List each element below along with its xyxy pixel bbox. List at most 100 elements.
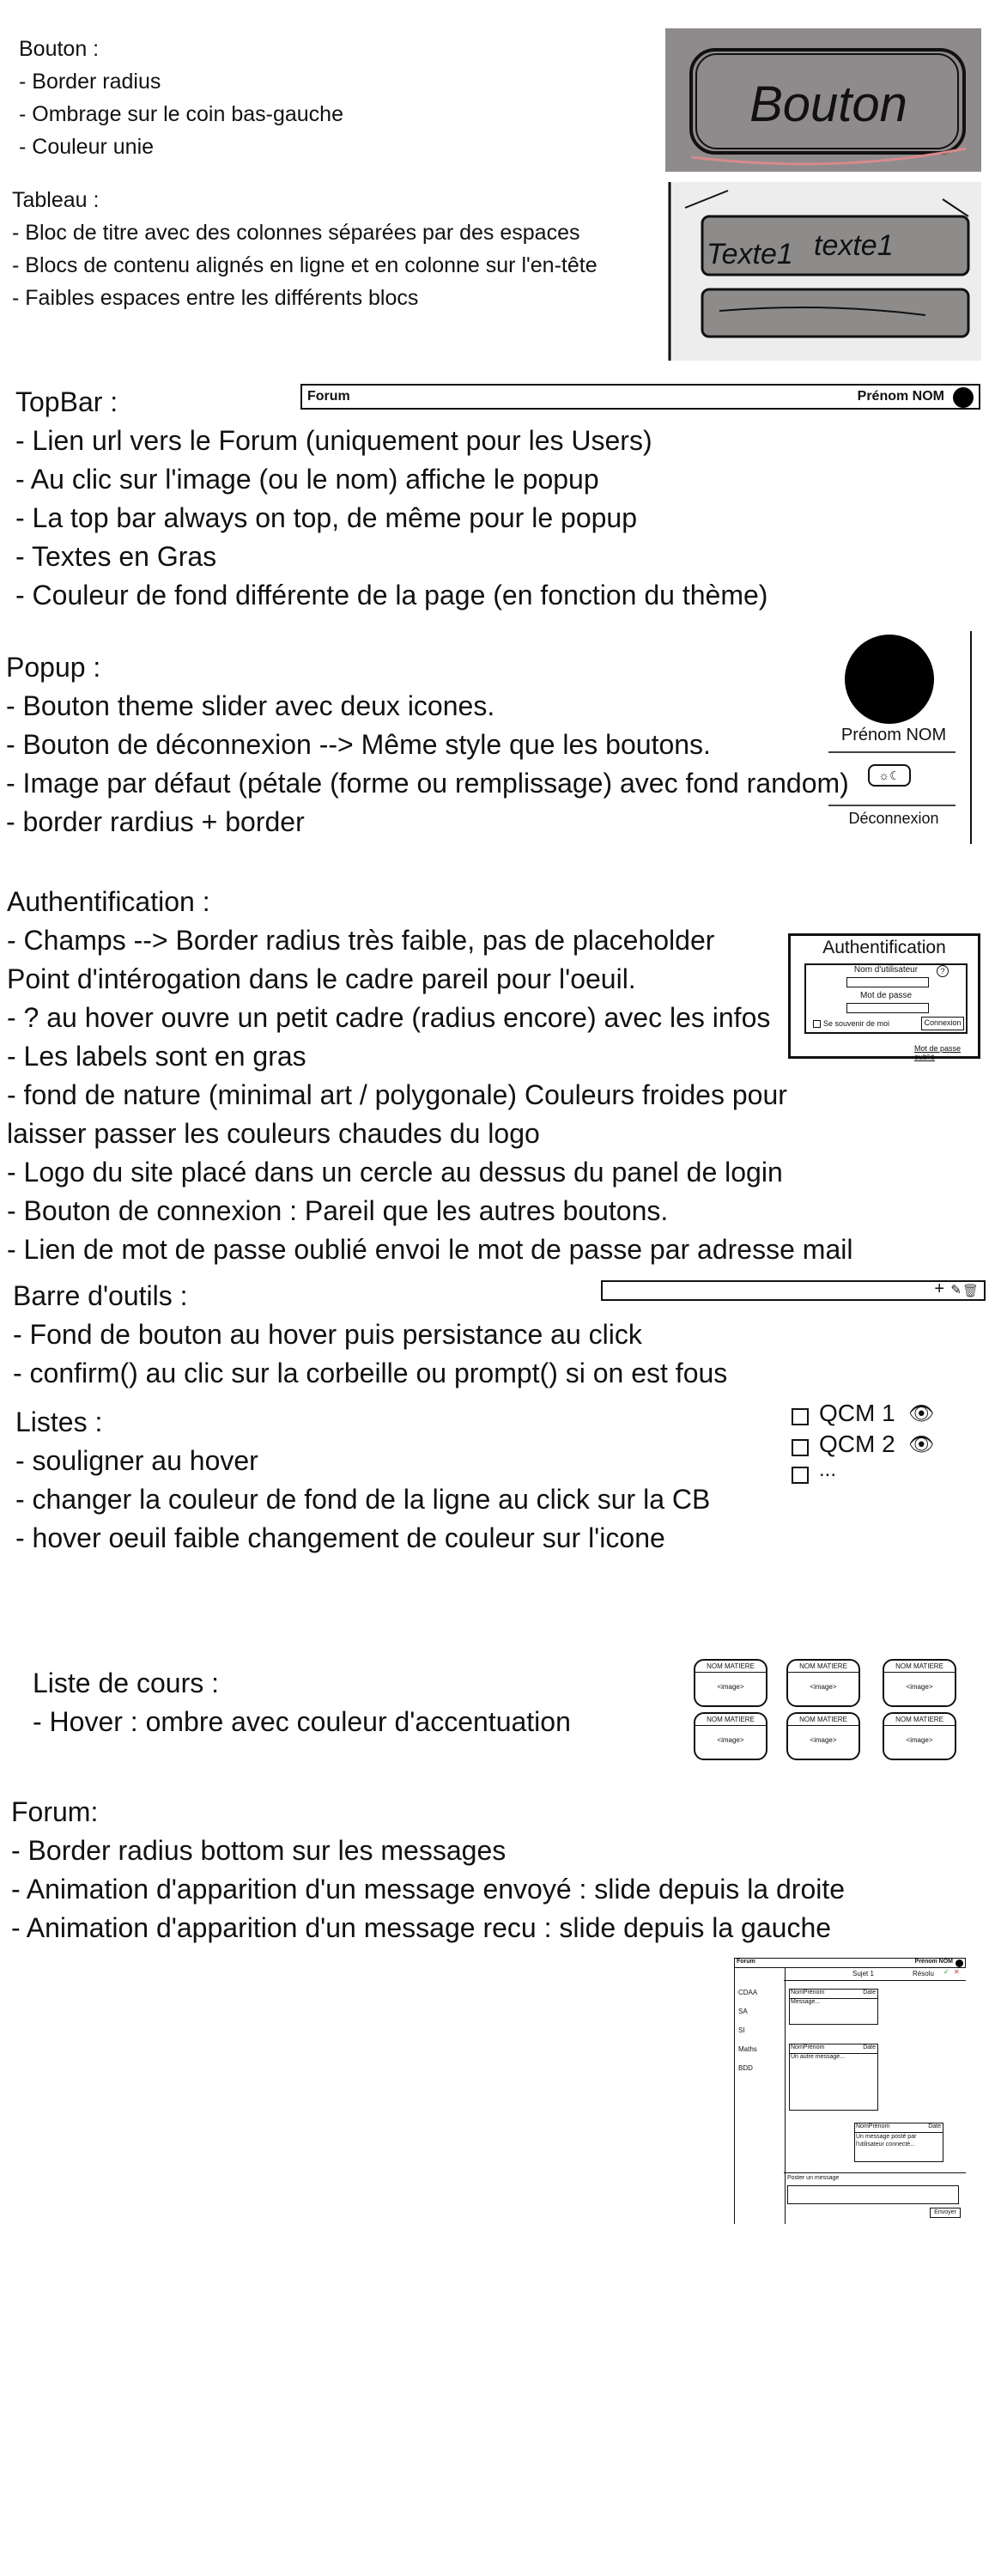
list-item: - Bouton de déconnexion --> Même style q… — [6, 729, 711, 760]
course-card-title: NOM MATIERE — [884, 1716, 955, 1726]
topbar-mockup: Forum Prénom NOM — [300, 384, 980, 410]
message-author: NomPrénom — [791, 2044, 825, 2050]
course-card[interactable]: NOM MATIERE <image> — [694, 1659, 767, 1707]
course-card-image: <image> — [906, 1736, 933, 1744]
mock-forum-link: Forum — [737, 1959, 755, 1965]
post-label: Poster un message — [787, 2175, 840, 2181]
course-card[interactable]: NOM MATIERE <image> — [786, 1712, 860, 1760]
add-icon[interactable]: + — [934, 1279, 944, 1299]
list-item: - Les labels sont en gras — [7, 1041, 306, 1072]
list-item: - La top bar always on top, de même pour… — [15, 502, 637, 533]
checkbox[interactable] — [792, 1408, 809, 1425]
list-item: - Animation d'apparition d'un message en… — [11, 1874, 846, 1905]
subject-bar: Sujet 1 Résolu ✓ ✕ — [784, 1968, 966, 1981]
checkbox[interactable] — [792, 1467, 809, 1484]
list-item: - Hover : ombre avec couleur d'accentuat… — [33, 1706, 571, 1737]
tableau-sketch: Texte1 texte1 — [668, 182, 970, 361]
list-item: - Champs --> Border radius très faible, … — [7, 925, 715, 956]
popup-mockup: Prénom NOM ☼☾ Déconnexion — [824, 631, 972, 844]
list-item: - ? au hover ouvre un petit cadre (radiu… — [7, 1002, 771, 1033]
course-card[interactable]: NOM MATIERE <image> — [694, 1712, 767, 1760]
login-button[interactable]: Connexion — [921, 1017, 964, 1030]
sidebar-item-maths[interactable]: Maths — [738, 2045, 757, 2053]
eye-icon[interactable]: 👁 — [908, 1401, 934, 1426]
message-header: NomPrénom Date — [855, 2123, 943, 2133]
avatar — [845, 635, 934, 724]
list-item: - Textes en Gras — [15, 541, 217, 572]
list-item: - fond de nature (minimal art / polygona… — [7, 1079, 787, 1110]
remember-checkbox[interactable] — [813, 1020, 821, 1028]
list-item: - Au clic sur l'image (ou le nom) affich… — [15, 464, 599, 495]
list-item: - Animation d'apparition d'un message re… — [11, 1912, 832, 1943]
sidebar-item-sa[interactable]: SA — [738, 2008, 748, 2015]
section-title: Authentification : — [7, 886, 210, 917]
resolved-label: Résolu — [913, 1970, 934, 1978]
theme-slider-icon[interactable]: ☼☾ — [868, 764, 911, 787]
message-body: Un message posté par l'utilisateur conne… — [856, 2134, 917, 2148]
course-card-image: <image> — [810, 1736, 837, 1744]
close-icon[interactable]: ✕ — [954, 1968, 960, 1976]
bouton-sketch: Bouton — [689, 48, 967, 166]
list-item: - Fond de bouton au hover puis persistan… — [13, 1319, 642, 1350]
course-card-title: NOM MATIERE — [695, 1662, 766, 1673]
section-title: Listes : — [15, 1406, 103, 1437]
checkbox[interactable] — [792, 1439, 809, 1456]
list-item-label: ... — [819, 1458, 837, 1481]
auth-mockup: Authentification Nom d'utilisateur ? Mot… — [788, 933, 980, 1061]
section-bouton: Bouton : - Border radius - Ombrage sur l… — [19, 33, 343, 163]
password-input[interactable] — [846, 1003, 929, 1013]
eye-icon[interactable]: 👁 — [908, 1432, 934, 1457]
list-item-label: QCM 1 — [819, 1400, 895, 1426]
list-item: - confirm() au clic sur la corbeille ou … — [13, 1358, 728, 1388]
course-card[interactable]: NOM MATIERE <image> — [786, 1659, 860, 1707]
sidebar-item-si[interactable]: SI — [738, 2026, 745, 2034]
password-label: Mot de passe — [859, 991, 913, 1000]
tableau-sketch-photo: Texte1 texte1 — [668, 182, 981, 361]
toolbar-mockup: + ✎ 🗑 — [601, 1279, 986, 1301]
list-item: laisser passer les couleurs chaudes du l… — [7, 1118, 540, 1149]
section-title: Bouton : — [19, 37, 100, 61]
course-card[interactable]: NOM MATIERE <image> — [883, 1712, 956, 1760]
avatar — [956, 1959, 963, 1967]
list-item: - Ombrage sur le coin bas-gauche — [19, 102, 343, 126]
bouton-sketch-photo: Bouton — [665, 28, 981, 172]
help-icon[interactable]: ? — [937, 965, 949, 977]
list-item: - Border radius bottom sur les messages — [11, 1835, 507, 1866]
list-item: - Lien url vers le Forum (uniquement pou… — [15, 425, 652, 456]
course-card-image: <image> — [717, 1736, 744, 1744]
trash-icon[interactable]: 🗑 — [962, 1283, 979, 1298]
forgot-password-link[interactable]: Mot de passe oublié — [914, 1044, 978, 1061]
course-card[interactable]: NOM MATIERE <image> — [883, 1659, 956, 1707]
message-body: Un autre message... — [791, 2054, 846, 2060]
check-icon[interactable]: ✓ — [943, 1968, 949, 1976]
list-item: - souligner au hover — [15, 1445, 258, 1476]
sidebar-item-cdaa[interactable]: CDAA — [738, 1989, 757, 1996]
send-button[interactable]: Envoyer — [930, 2208, 961, 2218]
edit-icon[interactable]: ✎ — [950, 1282, 962, 1297]
section-cours: Liste de cours : - Hover : ombre avec co… — [33, 1664, 571, 1741]
mock-forum-link: Forum — [307, 389, 350, 404]
list-item: - changer la couleur de fond de la ligne… — [15, 1484, 711, 1515]
list-item: - Couleur unie — [19, 135, 155, 159]
course-card-title: NOM MATIERE — [788, 1662, 858, 1673]
course-grid-mockup: NOM MATIERE <image> NOM MATIERE <image> … — [694, 1659, 956, 1765]
sketch-label: Bouton — [749, 76, 907, 132]
message-date: Date — [863, 1990, 876, 1996]
username-input[interactable] — [846, 977, 929, 987]
message-received: NomPrénom Date Message... — [789, 1989, 878, 2025]
list-item: - Border radius — [19, 70, 161, 94]
message-author: NomPrénom — [791, 1990, 825, 1996]
list-item-label: QCM 2 — [819, 1431, 895, 1457]
avatar — [953, 387, 974, 408]
list-item: Point d'intérogation dans le cadre parei… — [7, 963, 636, 994]
list-item: - Bouton theme slider avec deux icones. — [6, 690, 495, 721]
section-popup: Popup : - Bouton theme slider avec deux … — [6, 648, 849, 841]
forum-topbar: Forum Prénom NOM — [734, 1958, 966, 1968]
post-input[interactable] — [787, 2185, 959, 2204]
message-body: Message... — [791, 1999, 821, 2005]
divider — [828, 805, 956, 806]
sidebar-item-bdd[interactable]: BDD — [738, 2064, 753, 2072]
section-listes: Listes : - souligner au hover - changer … — [15, 1403, 710, 1558]
list-item: - Logo du site placé dans un cercle au d… — [7, 1157, 783, 1188]
logout-button[interactable]: Déconnexion — [829, 810, 958, 828]
